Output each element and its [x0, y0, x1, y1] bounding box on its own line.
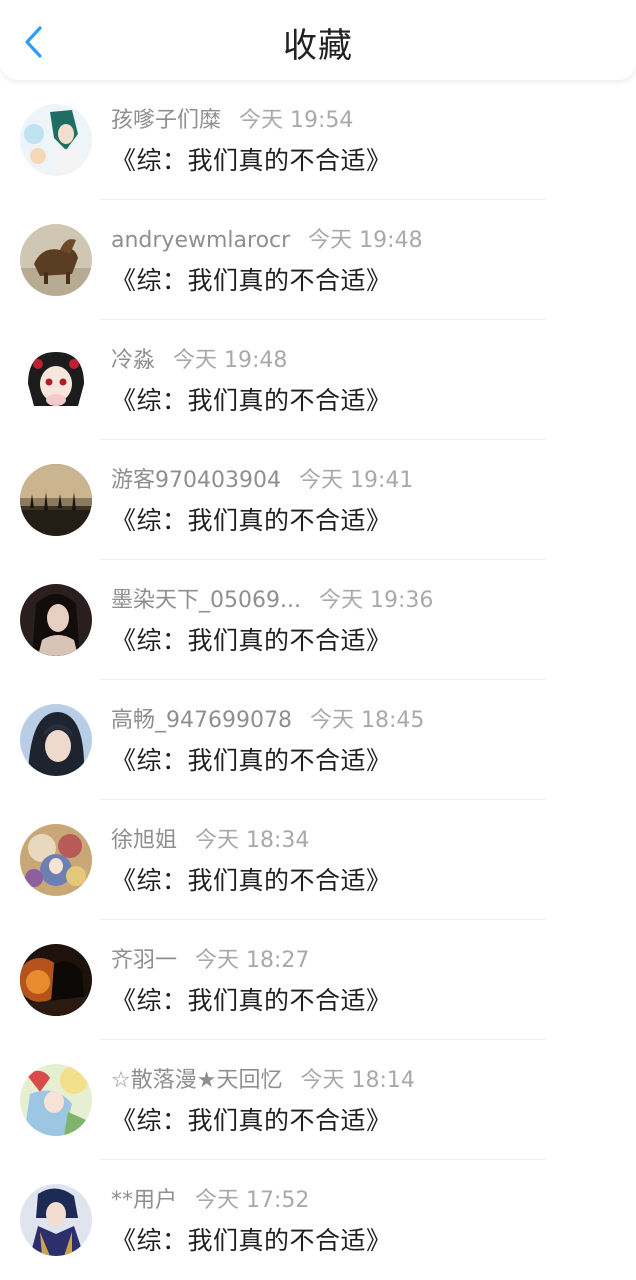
- avatar[interactable]: [20, 1184, 92, 1256]
- list-item[interactable]: andryewmlarocr 今天 19:48 《综：我们真的不合适》: [0, 200, 636, 320]
- avatar[interactable]: [20, 1064, 92, 1136]
- item-meta: 冷淼 今天 19:48: [111, 346, 287, 376]
- timestamp: 今天 18:34: [195, 828, 310, 853]
- item-meta: 墨染天下_05069... 今天 19:36: [111, 586, 433, 616]
- book-title[interactable]: 《综：我们真的不合适》: [111, 863, 392, 899]
- book-title[interactable]: 《综：我们真的不合适》: [111, 623, 392, 659]
- favorites-list: 孩嗲子们糜 今天 19:54 《综：我们真的不合适》 andryewmlarocr…: [0, 80, 636, 1280]
- timestamp: 今天 17:52: [195, 1188, 310, 1213]
- avatar[interactable]: [20, 224, 92, 296]
- book-title[interactable]: 《综：我们真的不合适》: [111, 743, 392, 779]
- list-item[interactable]: 墨染天下_05069... 今天 19:36 《综：我们真的不合适》: [0, 560, 636, 680]
- list-item[interactable]: 高畅_947699078 今天 18:45 《综：我们真的不合适》: [0, 680, 636, 800]
- list-item[interactable]: 游客970403904 今天 19:41 《综：我们真的不合适》: [0, 440, 636, 560]
- item-meta: 孩嗲子们糜 今天 19:54: [111, 106, 353, 136]
- username[interactable]: 高畅_947699078: [111, 708, 292, 733]
- avatar[interactable]: [20, 104, 92, 176]
- avatar[interactable]: [20, 944, 92, 1016]
- item-meta: 高畅_947699078 今天 18:45: [111, 706, 424, 736]
- list-item[interactable]: **用户 今天 17:52 《综：我们真的不合适》: [0, 1160, 636, 1280]
- book-title[interactable]: 《综：我们真的不合适》: [111, 143, 392, 179]
- username[interactable]: andryewmlarocr: [111, 228, 290, 253]
- avatar[interactable]: [20, 464, 92, 536]
- username[interactable]: 齐羽一: [111, 948, 177, 973]
- item-meta: 徐旭姐 今天 18:34: [111, 826, 309, 856]
- book-title[interactable]: 《综：我们真的不合适》: [111, 1103, 392, 1139]
- avatar[interactable]: [20, 344, 92, 416]
- item-meta: **用户 今天 17:52: [111, 1186, 309, 1216]
- list-item[interactable]: 孩嗲子们糜 今天 19:54 《综：我们真的不合适》: [0, 80, 636, 200]
- timestamp: 今天 18:14: [300, 1068, 415, 1093]
- avatar[interactable]: [20, 584, 92, 656]
- item-meta: ☆散落漫★天回忆 今天 18:14: [111, 1066, 415, 1096]
- list-item[interactable]: ☆散落漫★天回忆 今天 18:14 《综：我们真的不合适》: [0, 1040, 636, 1160]
- book-title[interactable]: 《综：我们真的不合适》: [111, 1223, 392, 1259]
- item-meta: 游客970403904 今天 19:41: [111, 466, 413, 496]
- username[interactable]: 孩嗲子们糜: [111, 108, 221, 133]
- book-title[interactable]: 《综：我们真的不合适》: [111, 383, 392, 419]
- username[interactable]: 徐旭姐: [111, 828, 177, 853]
- timestamp: 今天 19:48: [173, 348, 288, 373]
- list-item[interactable]: 冷淼 今天 19:48 《综：我们真的不合适》: [0, 320, 636, 440]
- item-meta: andryewmlarocr 今天 19:48: [111, 226, 423, 256]
- username[interactable]: 墨染天下_05069...: [111, 588, 301, 613]
- book-title[interactable]: 《综：我们真的不合适》: [111, 983, 392, 1019]
- username[interactable]: ☆散落漫★天回忆: [111, 1068, 282, 1093]
- timestamp: 今天 19:48: [308, 228, 423, 253]
- book-title[interactable]: 《综：我们真的不合适》: [111, 263, 392, 299]
- top-bar: 收藏: [0, 0, 636, 80]
- avatar[interactable]: [20, 704, 92, 776]
- timestamp: 今天 19:41: [298, 468, 414, 493]
- list-item[interactable]: 徐旭姐 今天 18:34 《综：我们真的不合适》: [0, 800, 636, 920]
- timestamp: 今天 18:27: [195, 948, 310, 973]
- item-meta: 齐羽一 今天 18:27: [111, 946, 309, 976]
- page-title: 收藏: [283, 26, 353, 66]
- username[interactable]: **用户: [111, 1188, 177, 1213]
- timestamp: 今天 19:54: [239, 108, 354, 133]
- username[interactable]: 冷淼: [111, 348, 155, 373]
- timestamp: 今天 18:45: [309, 708, 425, 733]
- list-item[interactable]: 齐羽一 今天 18:27 《综：我们真的不合适》: [0, 920, 636, 1040]
- timestamp: 今天 19:36: [318, 588, 434, 613]
- avatar[interactable]: [20, 824, 92, 896]
- username[interactable]: 游客970403904: [111, 468, 281, 493]
- book-title[interactable]: 《综：我们真的不合适》: [111, 503, 392, 539]
